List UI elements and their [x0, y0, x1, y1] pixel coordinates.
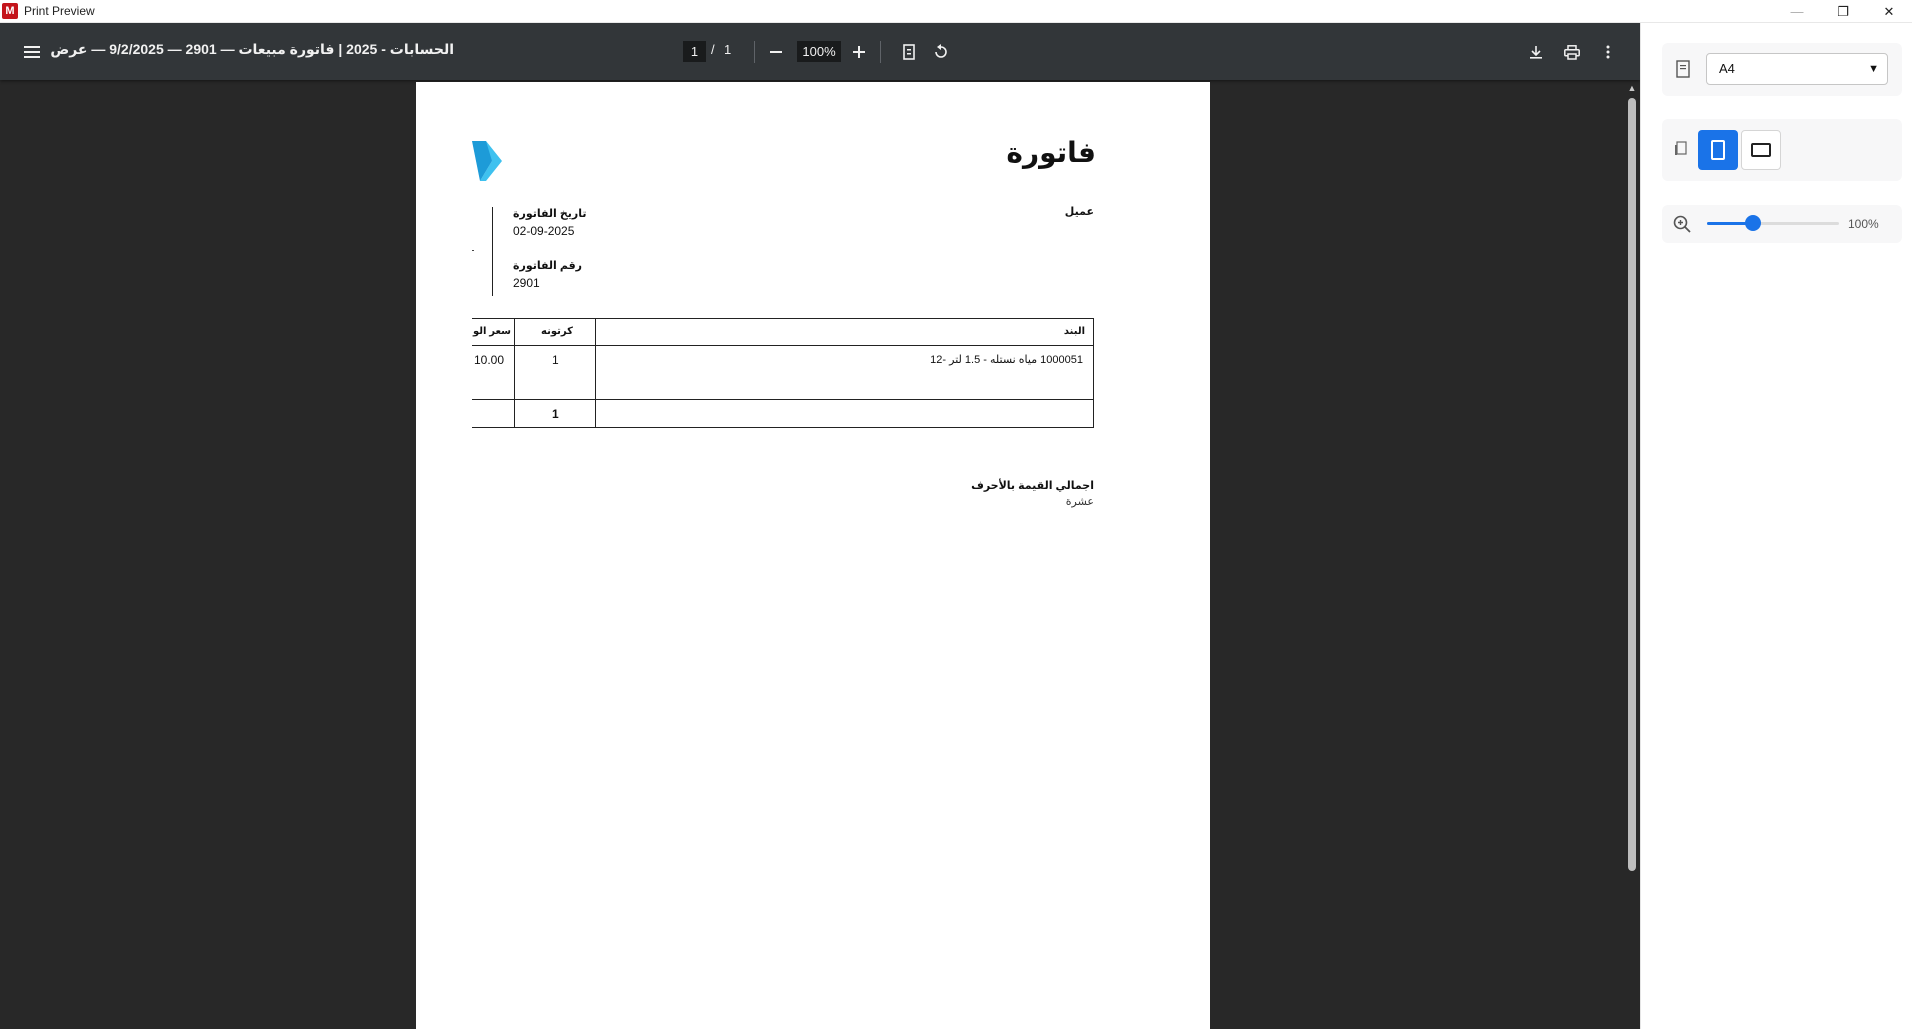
paper-size-value: A4	[1719, 61, 1735, 76]
cell-unit-price: 10.00	[474, 353, 505, 367]
zoom-in-icon[interactable]	[848, 41, 870, 63]
close-button[interactable]: ✕	[1866, 0, 1912, 23]
amount-in-words-label: اجمالي القيمة بالأحرف	[971, 480, 1094, 492]
invoice-number-value: 2901	[513, 276, 540, 290]
cell-item: 1000051 مياه نستله - 1.5 لتر -12	[930, 354, 1083, 366]
document-page: فاتورة عميل تاريخ الفاتورة 02-09-2025 رق…	[416, 82, 1210, 1029]
document-title: الحسابات - 2025 | فاتورة مبيعات — 2901 —…	[50, 41, 454, 57]
scroll-thumb[interactable]	[1628, 98, 1636, 871]
zoom-out-icon[interactable]	[765, 41, 787, 63]
paper-size-select[interactable]: A4 ▼	[1706, 53, 1888, 85]
header-unit-price: سعر الو	[473, 326, 511, 337]
zoom-slider-thumb[interactable]	[1745, 215, 1762, 231]
invoice-table: سعر الو كرتونه البند 10.00 1 1000051 ميا…	[472, 318, 1094, 428]
page-total: 1	[724, 42, 732, 57]
header-item: البند	[1063, 326, 1085, 337]
paper-size-card: A4 ▼	[1662, 43, 1902, 96]
fit-page-icon[interactable]	[898, 41, 920, 63]
zoom-input[interactable]: 100%	[797, 41, 841, 62]
invoice-number-label: رقم الفاتورة	[513, 260, 583, 272]
chevron-down-icon: ▼	[1868, 63, 1879, 75]
window-title: Print Preview	[24, 4, 95, 18]
company-logo	[472, 141, 502, 181]
zoom-card: 100%	[1662, 205, 1902, 243]
print-icon[interactable]	[1561, 41, 1583, 63]
portrait-button[interactable]	[1698, 130, 1738, 170]
table-rule	[472, 399, 1093, 400]
more-vert-icon[interactable]	[1597, 41, 1619, 63]
invoice-content: فاتورة عميل تاريخ الفاتورة 02-09-2025 رق…	[472, 82, 1094, 1029]
portrait-icon	[1711, 140, 1725, 160]
download-icon[interactable]	[1525, 41, 1547, 63]
page-number-input[interactable]: 1	[683, 41, 706, 62]
rotate-icon[interactable]	[930, 41, 952, 63]
menu-icon[interactable]	[22, 42, 42, 62]
scroll-up-icon[interactable]: ▲	[1627, 84, 1637, 93]
restore-button[interactable]: ❐	[1820, 0, 1866, 23]
clipped-text-fragment: إ	[472, 436, 473, 447]
viewer-toolbar: الحسابات - 2025 | فاتورة مبيعات — 2901 —…	[0, 23, 1640, 80]
cell-carton: 1	[552, 353, 559, 367]
header-carton: كرتونه	[541, 326, 573, 337]
zoom-search-icon	[1673, 215, 1691, 238]
table-rule	[514, 319, 515, 427]
minimize-button[interactable]: —	[1774, 0, 1820, 23]
toolbar-divider	[880, 41, 881, 63]
invoice-date-value: 02-09-2025	[513, 224, 575, 238]
meta-divider	[492, 207, 493, 296]
vertical-scrollbar[interactable]: ▲ ▼	[1622, 80, 1640, 1029]
zoom-percent-label: 100%	[1848, 217, 1879, 231]
landscape-icon	[1751, 143, 1771, 157]
landscape-button[interactable]	[1741, 130, 1781, 170]
invoice-title: فاتورة	[1006, 137, 1094, 168]
zoom-slider[interactable]	[1707, 222, 1839, 225]
print-settings-panel: A4 ▼ 100%	[1640, 23, 1912, 1029]
page-separator: /	[711, 42, 715, 57]
pdf-viewer: الحسابات - 2025 | فاتورة مبيعات — 2901 —…	[0, 23, 1640, 1029]
auto-rotate-icon[interactable]	[1674, 141, 1688, 162]
title-bar: M Print Preview — ❐ ✕	[0, 0, 1912, 23]
toolbar-divider	[754, 41, 755, 63]
table-rule	[472, 345, 1093, 346]
meta-tick	[472, 250, 474, 251]
table-rule	[595, 319, 596, 427]
app-icon: M	[2, 3, 18, 19]
client-label: عميل	[1064, 206, 1094, 218]
window-controls: — ❐ ✕	[1774, 0, 1912, 23]
page-icon	[1676, 60, 1690, 83]
amount-in-words-value: عشرة	[1065, 496, 1094, 508]
orientation-card	[1662, 119, 1902, 181]
invoice-date-label: تاريخ الفاتورة	[513, 208, 587, 220]
total-carton: 1	[552, 407, 559, 421]
